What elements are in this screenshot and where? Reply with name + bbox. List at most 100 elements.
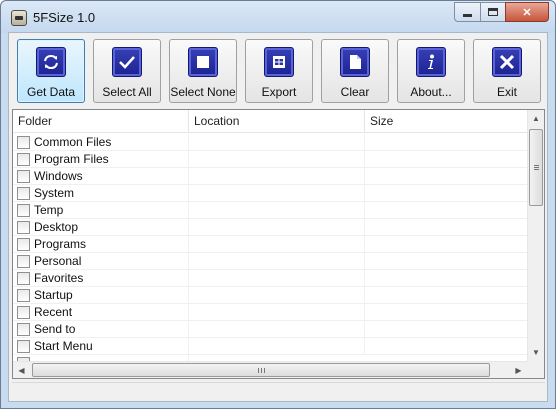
caption-buttons: ✕	[454, 2, 549, 22]
maximize-button[interactable]	[480, 2, 505, 22]
location-cell	[189, 202, 365, 219]
folder-cell: Personal	[13, 253, 189, 270]
horizontal-scrollbar[interactable]: ◀ ▶	[13, 361, 527, 378]
grip-line	[261, 368, 262, 373]
select-none-button[interactable]: Select None	[169, 39, 237, 103]
table-row[interactable]: Favorites	[13, 270, 527, 287]
folder-cell: Startup	[13, 287, 189, 304]
row-checkbox[interactable]	[17, 272, 30, 285]
table-row[interactable]: Startup	[13, 287, 527, 304]
app-drive-icon[interactable]	[11, 10, 27, 26]
folder-name: Windows	[34, 169, 83, 183]
table-row[interactable]: Desktop	[13, 219, 527, 236]
vertical-scrollbar[interactable]: ▲ ▼	[527, 110, 544, 361]
location-cell	[189, 236, 365, 253]
status-bar	[12, 382, 545, 398]
scroll-up-icon[interactable]: ▲	[528, 110, 544, 127]
folder-name: Personal	[34, 254, 82, 268]
refresh-icon	[36, 47, 66, 77]
column-header-location[interactable]: Location	[189, 110, 365, 133]
location-cell	[189, 321, 365, 338]
scroll-down-icon[interactable]: ▼	[528, 344, 544, 361]
folder-name: Send to	[34, 322, 76, 336]
row-checkbox[interactable]	[17, 136, 30, 149]
row-checkbox[interactable]	[17, 221, 30, 234]
folder-cell: Program Files	[13, 151, 189, 168]
row-checkbox[interactable]	[17, 340, 30, 353]
grip-line	[264, 368, 265, 373]
folder-name: Temp	[34, 203, 64, 217]
row-checkbox[interactable]	[17, 289, 30, 302]
column-header-folder[interactable]: Folder	[13, 110, 189, 133]
row-checkbox[interactable]	[17, 323, 30, 336]
clear-button[interactable]: Clear	[321, 39, 389, 103]
size-cell	[365, 219, 527, 236]
client-area: Get Data Select All Select None Export C…	[8, 32, 548, 402]
toolbar: Get Data Select All Select None Export C…	[9, 33, 549, 103]
row-checkbox[interactable]	[17, 187, 30, 200]
minimize-icon	[463, 13, 472, 17]
row-checkbox[interactable]	[17, 255, 30, 268]
about-button[interactable]: About...	[397, 39, 465, 103]
scroll-right-icon[interactable]: ▶	[510, 362, 527, 378]
table-row[interactable]: Program Files	[13, 151, 527, 168]
minimize-button[interactable]	[454, 2, 480, 22]
table-row[interactable]: System	[13, 185, 527, 202]
window-title: 5FSize 1.0	[33, 10, 96, 25]
horizontal-scroll-thumb[interactable]	[32, 363, 490, 377]
folder-list[interactable]: Folder Location Size Common Files Progra…	[12, 109, 545, 379]
location-cell	[189, 168, 365, 185]
size-cell	[365, 151, 527, 168]
folder-cell: Desktop	[13, 219, 189, 236]
location-cell	[189, 151, 365, 168]
export-button[interactable]: Export	[245, 39, 313, 103]
list-header: Folder Location Size	[13, 110, 527, 133]
table-row[interactable]: Common Files	[13, 134, 527, 151]
location-cell	[189, 287, 365, 304]
exit-button[interactable]: Exit	[473, 39, 541, 103]
table-row[interactable]: Temp	[13, 202, 527, 219]
close-window-icon: ✕	[522, 6, 532, 19]
folder-cell: System	[13, 185, 189, 202]
get-data-button[interactable]: Get Data	[17, 39, 85, 103]
row-checkbox[interactable]	[17, 204, 30, 217]
folder-name: Favorites	[34, 271, 84, 285]
about-label: About...	[410, 85, 452, 99]
close-icon	[492, 47, 522, 77]
table-row[interactable]: Programs	[13, 236, 527, 253]
row-checkbox[interactable]	[17, 153, 30, 166]
row-checkbox[interactable]	[17, 170, 30, 183]
folder-cell: Windows	[13, 168, 189, 185]
folder-name: System	[34, 186, 75, 200]
table-row[interactable]: Personal	[13, 253, 527, 270]
folder-cell: Common Files	[13, 134, 189, 151]
folder-cell: Send to	[13, 321, 189, 338]
folder-cell: Favorites	[13, 270, 189, 287]
size-cell	[365, 202, 527, 219]
folder-cell: Start Menu	[13, 338, 189, 355]
table-row[interactable]: Start Menu	[13, 338, 527, 355]
column-header-size[interactable]: Size	[365, 110, 527, 133]
folder-cell: Recent	[13, 304, 189, 321]
row-checkbox[interactable]	[17, 238, 30, 251]
title-bar[interactable]: 5FSize 1.0 ✕	[1, 1, 555, 33]
location-cell	[189, 304, 365, 321]
table-row[interactable]: Recent	[13, 304, 527, 321]
vertical-scroll-thumb[interactable]	[529, 129, 543, 206]
location-cell	[189, 134, 365, 151]
table-row[interactable]: Windows	[13, 168, 527, 185]
folder-name: Common Files	[34, 135, 112, 149]
exit-label: Exit	[496, 85, 517, 99]
select-all-button[interactable]: Select All	[93, 39, 161, 103]
location-cell	[189, 270, 365, 287]
row-checkbox[interactable]	[17, 306, 30, 319]
table-row[interactable]: Send to	[13, 321, 527, 338]
folder-name: Programs	[34, 237, 87, 251]
clear-label: Clear	[340, 85, 370, 99]
folder-name: Start Menu	[34, 339, 93, 353]
scrollbar-corner	[527, 361, 544, 378]
info-icon	[416, 47, 446, 77]
maximize-icon	[488, 8, 498, 16]
close-window-button[interactable]: ✕	[505, 2, 549, 22]
scroll-left-icon[interactable]: ◀	[13, 362, 30, 378]
